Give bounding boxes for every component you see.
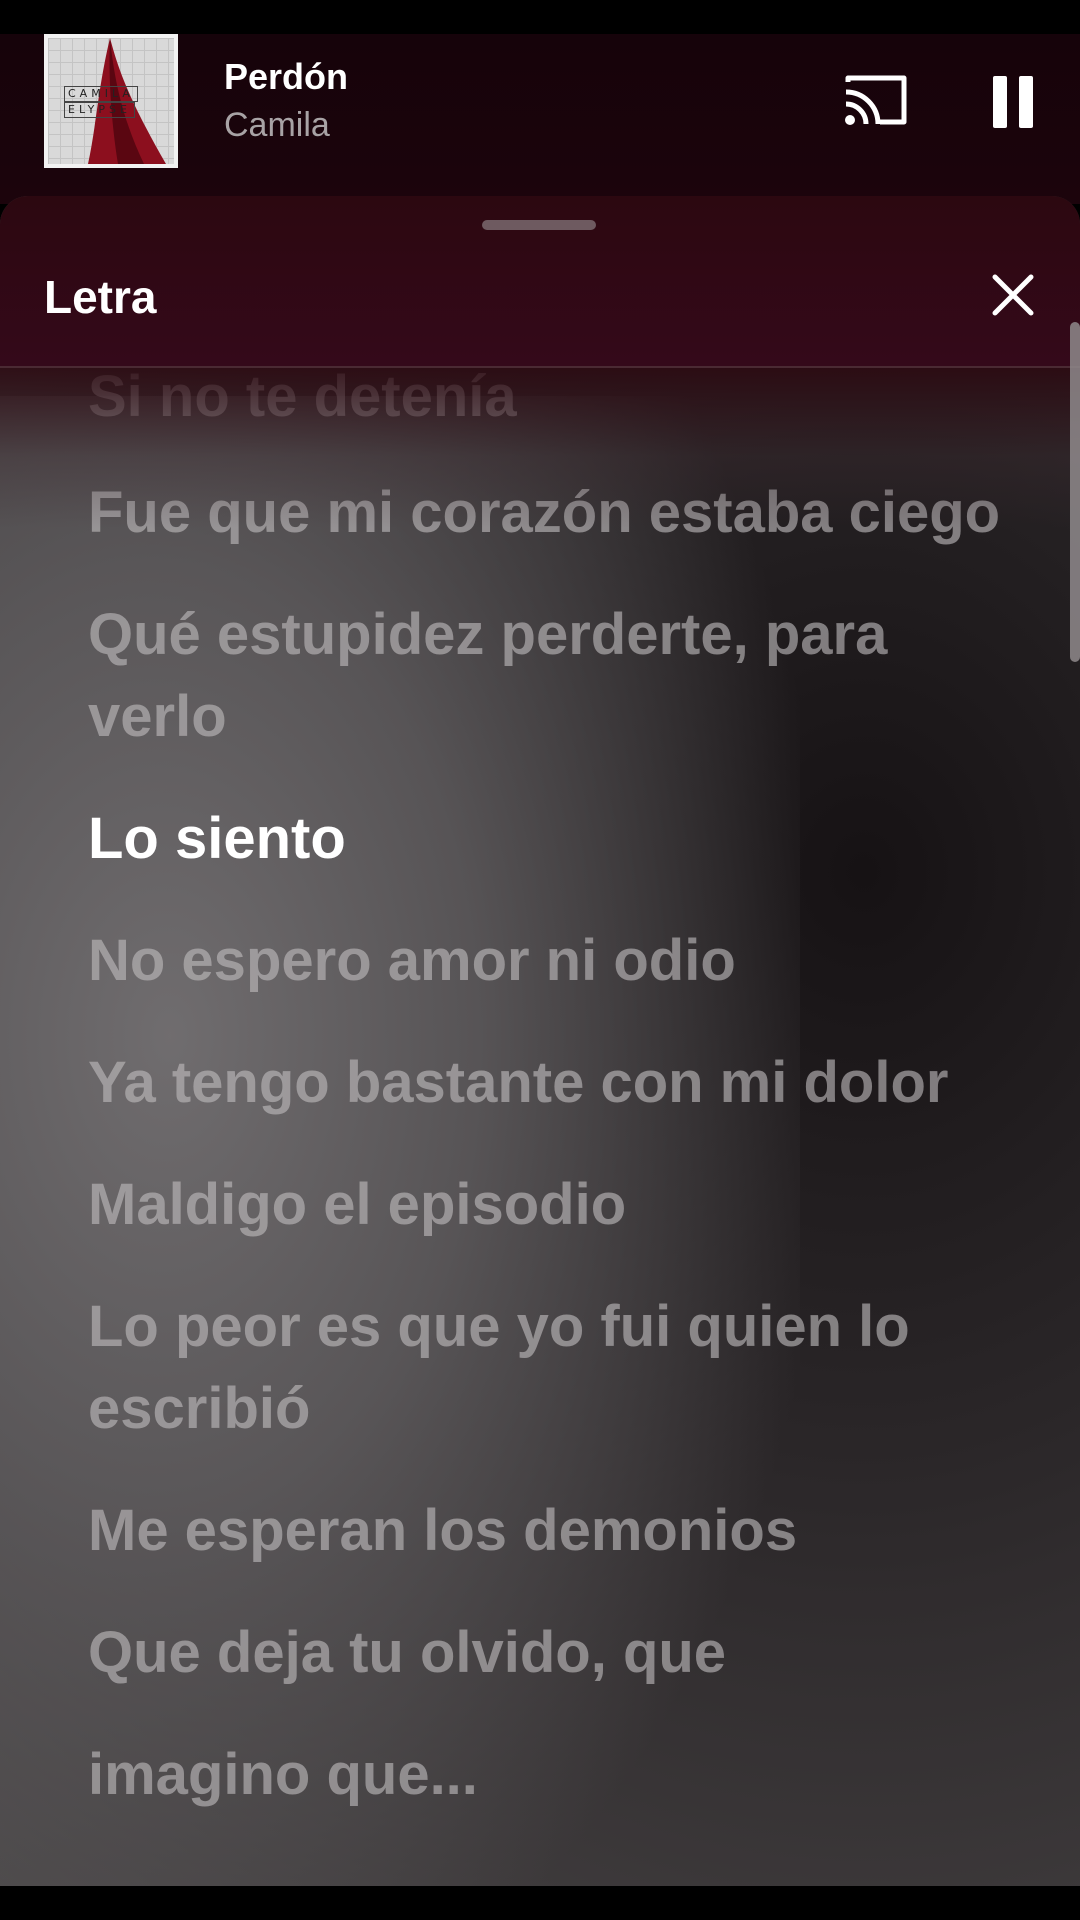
- close-button[interactable]: [990, 272, 1036, 318]
- lyric-line[interactable]: imagino que...: [88, 1734, 1008, 1816]
- lyric-line[interactable]: Si no te detenía: [88, 356, 1008, 438]
- lyric-line[interactable]: Qué estupidez perderte, para verlo: [88, 594, 1008, 758]
- lyric-line[interactable]: Que deja tu olvido, que: [88, 1612, 1008, 1694]
- lyric-line[interactable]: No espero amor ni odio: [88, 920, 1008, 1002]
- status-bar: [0, 0, 1080, 34]
- pause-button[interactable]: [990, 76, 1034, 128]
- scrollbar[interactable]: [1070, 322, 1080, 662]
- cast-icon: [845, 75, 907, 125]
- drag-handle[interactable]: [482, 220, 596, 230]
- close-icon: [992, 274, 1034, 316]
- lyric-line[interactable]: Me esperan los demonios: [88, 1490, 1008, 1572]
- album-art-text: ELYPSE: [64, 102, 135, 118]
- mini-player[interactable]: CAMILA ELYPSE Perdón Camila: [0, 34, 1080, 204]
- lyric-line[interactable]: Maldigo el episodio: [88, 1164, 1008, 1246]
- lyric-line-active[interactable]: Lo siento: [88, 798, 1008, 880]
- album-art[interactable]: CAMILA ELYPSE: [44, 34, 178, 168]
- lyrics-list[interactable]: Si no te detenía Fue que mi corazón esta…: [88, 356, 1008, 1856]
- lyrics-title: Letra: [44, 271, 157, 323]
- song-title[interactable]: Perdón: [224, 56, 348, 98]
- lyric-line[interactable]: Lo peor es que yo fui quien lo escribió: [88, 1286, 1008, 1450]
- song-artist[interactable]: Camila: [224, 106, 330, 145]
- lyrics-sheet: Letra Si no te detenía Fue que mi corazó…: [0, 196, 1080, 1886]
- lyrics-header: Letra: [0, 196, 1080, 368]
- cast-button[interactable]: [842, 72, 910, 128]
- lyric-line[interactable]: Ya tengo bastante con mi dolor: [88, 1042, 1008, 1124]
- navigation-bar: [0, 1886, 1080, 1920]
- lyric-line[interactable]: Fue que mi corazón estaba ciego: [88, 472, 1008, 554]
- album-art-text: CAMILA: [64, 86, 138, 102]
- pause-icon: [993, 76, 1007, 128]
